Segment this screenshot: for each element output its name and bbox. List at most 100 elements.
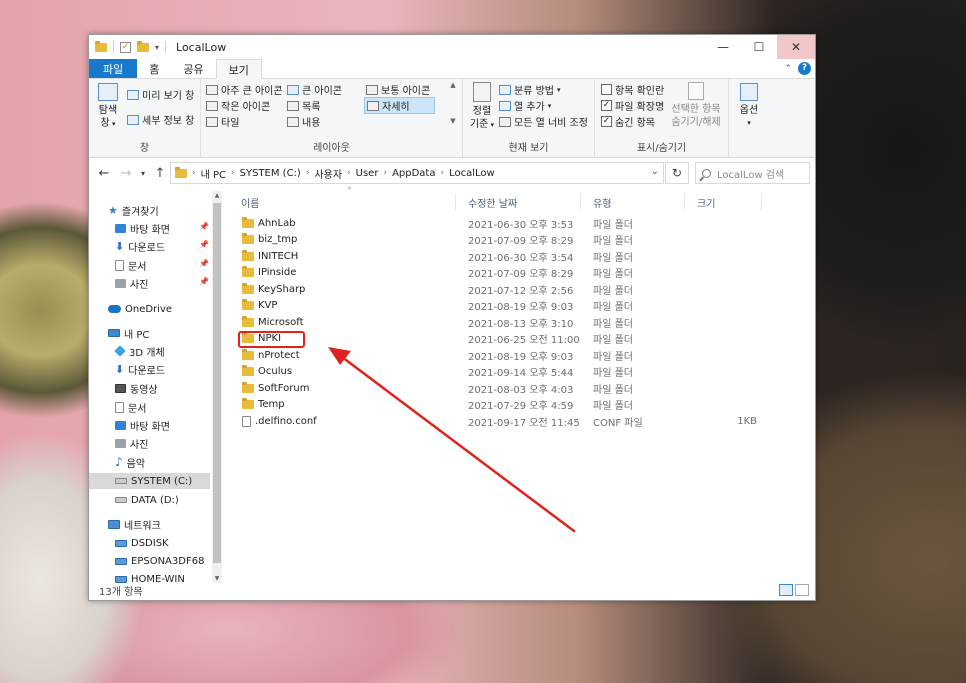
breadcrumb-item[interactable]: SYSTEM (C:) [240, 168, 301, 179]
layout-details[interactable]: 자세히 [364, 97, 435, 114]
nav-item-pc-pictures[interactable]: 사진 [115, 435, 148, 451]
scrollbar-thumb[interactable] [213, 203, 221, 563]
breadcrumb-item[interactable]: LocalLow [449, 168, 495, 179]
nav-this-pc[interactable]: 내 PC [108, 325, 149, 341]
nav-item-epson[interactable]: EPSONA3DF68 [115, 553, 204, 569]
table-row[interactable]: Oculus 2021-09-14 오후 5:44 파일 폴더 [229, 364, 759, 381]
table-row[interactable]: AhnLab 2021-06-30 오후 3:53 파일 폴더 [229, 215, 759, 232]
table-row[interactable]: .delfino.conf 2021-09-17 오전 11:45 CONF 파일 1… [229, 413, 759, 430]
nav-item-pictures[interactable]: 사진 [115, 275, 148, 291]
item-checkboxes-toggle[interactable]: 항목 확인란 [601, 82, 664, 97]
breadcrumb-item[interactable]: 내 PC [201, 166, 226, 181]
chevron-down-icon[interactable]: ⌄ [651, 166, 659, 177]
new-folder-icon[interactable] [137, 40, 149, 52]
nav-item-system-c[interactable]: SYSTEM (C:) [89, 473, 210, 489]
collapse-ribbon-icon[interactable]: ⌃ [784, 64, 792, 74]
layout-medium-icons[interactable]: 보통 아이콘 [366, 82, 430, 97]
layout-small-icons[interactable]: 작은 아이콘 [206, 98, 270, 113]
chevron-right-icon[interactable]: › [347, 168, 351, 178]
table-row[interactable]: SoftForum 2021-08-03 오후 4:03 파일 폴더 [229, 380, 759, 397]
tab-home[interactable]: 홈 [137, 59, 171, 78]
fit-columns-button[interactable]: 모든 열 너비 조정 [499, 114, 588, 129]
breadcrumb-item[interactable]: User [356, 168, 379, 179]
tab-share[interactable]: 공유 [171, 59, 215, 78]
chevron-right-icon[interactable]: › [192, 168, 196, 178]
table-row[interactable]: nProtect 2021-08-19 오후 9:03 파일 폴더 [229, 347, 759, 364]
layout-extra-large-icons[interactable]: 아주 큰 아이콘 [206, 82, 283, 97]
checkbox-unchecked[interactable] [601, 84, 612, 95]
nav-quick-access[interactable]: ★ 즐겨찾기 [108, 202, 159, 218]
table-row[interactable]: Microsoft 2021-08-13 오후 3:10 파일 폴더 [229, 314, 759, 331]
chevron-right-icon[interactable]: › [440, 168, 444, 178]
chevron-right-icon[interactable]: › [306, 168, 310, 178]
hide-selected-button[interactable]: 선택한 항목 숨기기/해제 [667, 82, 725, 129]
back-arrow-icon[interactable]: ← [93, 166, 115, 181]
chevron-up-icon[interactable]: ▲ [212, 192, 222, 199]
column-header-type[interactable]: 유형 [581, 194, 685, 210]
up-arrow-icon[interactable]: ↑ [149, 166, 171, 181]
layout-tiles[interactable]: 타일 [206, 114, 239, 129]
layout-gallery-scroll[interactable]: ▲ ▼ [448, 81, 458, 125]
checkbox-checked[interactable]: ✓ [601, 100, 612, 111]
close-button[interactable]: ✕ [777, 35, 815, 59]
chevron-right-icon[interactable]: › [231, 168, 235, 178]
nav-item-desktop[interactable]: 바탕 화면 [115, 220, 170, 236]
nav-network[interactable]: 네트워크 [108, 516, 161, 532]
nav-onedrive[interactable]: OneDrive [108, 301, 172, 317]
maximize-button[interactable]: ☐ [741, 35, 777, 59]
help-icon[interactable]: ? [798, 62, 811, 75]
column-header-name[interactable]: 이름 [229, 194, 456, 210]
layout-content[interactable]: 내용 [287, 114, 320, 129]
nav-pane-scrollbar[interactable]: ▲ ▼ [212, 191, 222, 583]
column-header-size[interactable]: 크기 [685, 194, 762, 210]
recent-locations-icon[interactable]: ▾ [137, 169, 149, 178]
properties-icon[interactable]: ✓ [120, 41, 131, 53]
address-bar[interactable]: › 내 PC › SYSTEM (C:) › 사용자 › User › AppD… [170, 162, 664, 184]
nav-item-3d-objects[interactable]: 3D 개체 [114, 343, 165, 359]
add-columns-button[interactable]: 열 추가 ▾ [499, 98, 551, 113]
checkbox-checked[interactable]: ✓ [601, 116, 612, 127]
chevron-right-icon[interactable]: › [383, 168, 387, 178]
nav-item-documents[interactable]: 문서 [115, 257, 146, 273]
hidden-items-toggle[interactable]: ✓ 숨긴 항목 [601, 114, 655, 129]
details-pane-button[interactable]: 세부 정보 창 [127, 112, 194, 127]
sort-by-button[interactable]: 정렬 기준 ▾ [468, 82, 496, 132]
forward-arrow-icon[interactable]: → [115, 166, 137, 181]
group-by-button[interactable]: 분류 방법 ▾ [499, 82, 561, 97]
breadcrumb-item[interactable]: 사용자 [314, 166, 342, 181]
preview-pane-button[interactable]: 미리 보기 창 [127, 87, 194, 102]
table-row[interactable]: KVP 2021-08-19 오후 9:03 파일 폴더 [229, 298, 759, 315]
nav-item-pc-downloads[interactable]: ⬇ 다운로드 [115, 361, 165, 377]
details-view-icon[interactable] [779, 584, 793, 596]
nav-item-music[interactable]: ♪ 음악 [115, 454, 145, 470]
customize-toolbar-icon[interactable]: ▾ [155, 43, 159, 52]
file-extensions-toggle[interactable]: ✓ 파일 확장명 [601, 98, 664, 113]
chevron-down-icon[interactable]: ▼ [450, 117, 455, 125]
options-button[interactable]: 옵션 ▾ [735, 83, 763, 130]
table-row[interactable]: Temp 2021-07-29 오후 4:59 파일 폴더 [229, 397, 759, 414]
tab-file[interactable]: 파일 [89, 59, 138, 78]
table-row[interactable]: biz_tmp 2021-07-09 오후 8:29 파일 폴더 [229, 232, 759, 249]
minimize-button[interactable]: — [705, 35, 741, 59]
table-row[interactable]: NPKI 2021-06-25 오전 11:00 파일 폴더 [229, 331, 759, 348]
nav-item-data-d[interactable]: DATA (D:) [115, 492, 179, 508]
layout-large-icons[interactable]: 큰 아이콘 [287, 82, 342, 97]
nav-item-videos[interactable]: 동영상 [115, 380, 158, 396]
tab-view[interactable]: 보기 [215, 59, 262, 79]
layout-list[interactable]: 목록 [287, 98, 320, 113]
nav-item-downloads[interactable]: ⬇ 다운로드 [115, 238, 165, 254]
table-row[interactable]: IPinside 2021-07-09 오후 8:29 파일 폴더 [229, 265, 759, 282]
navigation-pane-button[interactable]: 탐색 창 ▾ [95, 83, 121, 131]
chevron-up-icon[interactable]: ▲ [450, 81, 455, 89]
breadcrumb-item[interactable]: AppData [392, 168, 435, 179]
search-box[interactable]: LocalLow 검색 [695, 162, 810, 184]
file-extensions-label: 파일 확장명 [615, 102, 665, 113]
table-row[interactable]: KeySharp 2021-07-12 오후 2:56 파일 폴더 [229, 281, 759, 298]
nav-item-dsdisk[interactable]: DSDISK [115, 535, 169, 551]
refresh-button[interactable]: ↻ [665, 162, 689, 184]
column-header-date[interactable]: 수정한 날짜 [456, 194, 581, 210]
nav-item-pc-desktop[interactable]: 바탕 화면 [115, 417, 170, 433]
large-icons-view-icon[interactable] [795, 584, 809, 596]
nav-item-pc-documents[interactable]: 문서 [115, 399, 146, 415]
table-row[interactable]: INITECH 2021-06-30 오후 3:54 파일 폴더 [229, 248, 759, 265]
